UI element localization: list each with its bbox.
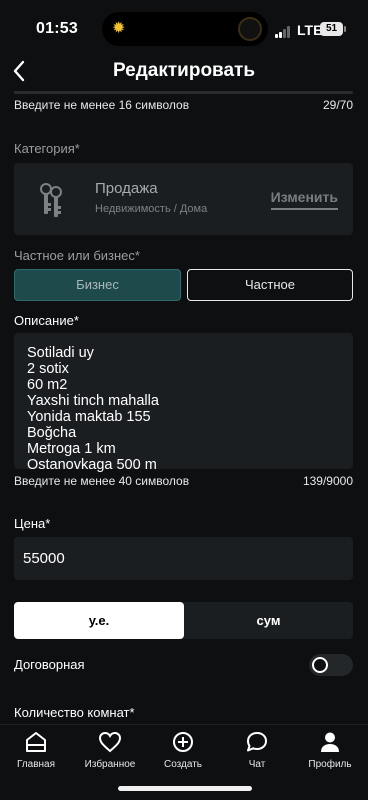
description-textarea[interactable]: Sotiladi uy 2 sotix 60 m2 Yaxshi tinch m…: [14, 333, 353, 473]
chat-icon: [247, 732, 267, 752]
category-path: Недвижимость / Дома: [95, 203, 208, 215]
private-button[interactable]: Частное: [187, 269, 353, 301]
category-label: Категория*: [14, 141, 80, 156]
tab-profile[interactable]: Профиль: [300, 731, 360, 770]
tab-home[interactable]: Главная: [6, 731, 66, 770]
description-char-count: 139/9000: [302, 474, 353, 488]
battery-tip: [344, 26, 346, 32]
description-hint-row: Введите не менее 40 символов 139/9000: [14, 474, 353, 488]
seller-type-label: Частное или бизнес*: [14, 248, 140, 263]
title-hint-row: Введите не менее 16 символов 29/70: [14, 98, 353, 112]
title-hint: Введите не менее 16 символов: [14, 98, 190, 112]
price-label: Цена*: [14, 516, 51, 531]
currency-ue-button[interactable]: у.е.: [14, 602, 184, 639]
description-hint: Введите не менее 40 символов: [14, 474, 190, 488]
tab-profile-label: Профиль: [308, 759, 352, 770]
carrier-label: LTE: [297, 22, 323, 38]
tab-favorites[interactable]: Избранное: [80, 731, 140, 770]
price-input[interactable]: 55000: [14, 537, 353, 580]
keys-icon: [40, 183, 62, 217]
activity-ring-icon: [238, 17, 262, 41]
tab-home-label: Главная: [16, 759, 56, 770]
toggle-knob: [312, 657, 328, 673]
title-char-count: 29/70: [322, 98, 353, 112]
heart-icon: [98, 731, 122, 753]
tab-create-label: Создать: [163, 759, 202, 770]
profile-icon: [321, 732, 339, 752]
tab-favorites-label: Избранное: [84, 759, 136, 770]
home-icon: [26, 732, 46, 752]
currency-switch: у.е. сум: [14, 602, 353, 639]
battery-icon: 51: [320, 22, 343, 36]
category-box: Продажа Недвижимость / Дома Изменить: [14, 163, 353, 235]
business-button[interactable]: Бизнес: [14, 269, 181, 301]
category-name: Продажа: [95, 180, 158, 197]
home-indicator: [118, 786, 252, 791]
tab-chat[interactable]: Чат: [227, 731, 287, 770]
tab-create[interactable]: Создать: [153, 731, 213, 770]
header: Редактировать: [0, 56, 368, 88]
page-title: Редактировать: [112, 60, 256, 81]
description-label: Описание*: [14, 313, 79, 328]
title-field-underline: [14, 91, 353, 94]
negotiable-toggle[interactable]: [309, 654, 353, 676]
rooms-label: Количество комнат*: [14, 705, 135, 720]
change-category-button[interactable]: Изменить: [270, 189, 338, 210]
status-bar: 01:53 ✹ LTE 51: [0, 0, 368, 56]
status-time: 01:53: [36, 20, 78, 37]
currency-sum-button[interactable]: сум: [184, 602, 353, 639]
signal-icon: [275, 26, 293, 38]
plus-circle-icon: [173, 732, 193, 752]
tab-chat-label: Чат: [248, 759, 266, 770]
negotiable-label: Договорная: [14, 657, 85, 672]
sun-icon: ✹: [112, 20, 126, 37]
dynamic-island: ✹: [102, 12, 268, 46]
